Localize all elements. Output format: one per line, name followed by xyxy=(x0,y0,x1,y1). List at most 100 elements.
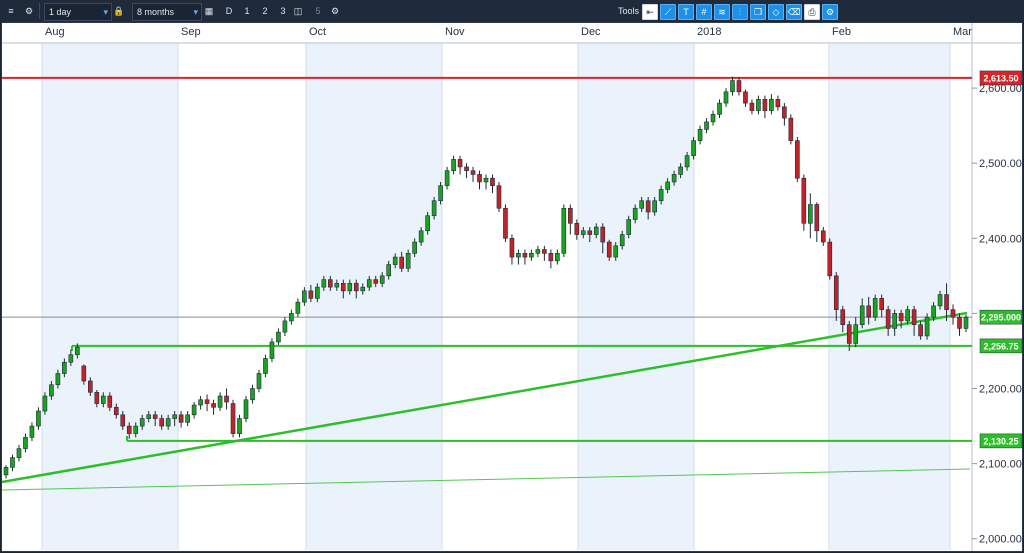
candle-up xyxy=(139,418,145,427)
candle-down xyxy=(840,309,846,325)
candle-down xyxy=(879,298,884,310)
candle-up xyxy=(561,207,567,254)
chart-type-icon[interactable]: ◫ xyxy=(291,3,305,19)
candle-down xyxy=(120,414,126,427)
candle-up xyxy=(146,414,152,419)
candle-down xyxy=(477,174,482,183)
candle-up xyxy=(691,140,696,156)
x-tick-label: 2018 xyxy=(697,26,721,38)
trendline-icon[interactable]: ⟋ xyxy=(660,4,676,20)
candle-up xyxy=(347,283,353,292)
candle-down xyxy=(353,283,359,292)
candle-up xyxy=(3,467,9,476)
period-button-1[interactable]: 1 xyxy=(240,3,254,19)
candle-up xyxy=(29,425,35,438)
chart-toolbar: ≡ ⚙ 1 day ▾ 🔒 8 months ▾ ▦ D 1 2 3 ◫ 5 ⚙… xyxy=(0,0,1024,23)
candle-up xyxy=(704,121,709,130)
candle-down xyxy=(126,425,132,434)
lock-icon[interactable]: 🔒 xyxy=(112,3,126,19)
candle-up xyxy=(483,177,489,183)
candle-up xyxy=(360,286,366,292)
candle-up xyxy=(431,200,437,217)
x-tick-label: Aug xyxy=(45,26,65,38)
print-icon[interactable]: ⎙ xyxy=(804,4,820,20)
chart-panel: Aug Sep Oct Nov Dec 2018 Feb Mar 2,000.00 2,100.… xyxy=(1,22,1023,552)
candle-down xyxy=(762,99,768,111)
candle-down xyxy=(94,391,100,404)
candle-up xyxy=(444,170,450,187)
candle-up xyxy=(217,395,223,408)
candle-up xyxy=(256,373,262,389)
candle-up xyxy=(276,331,281,343)
candle-up xyxy=(237,418,242,434)
x-tick-label: Sep xyxy=(181,26,201,38)
candle-down xyxy=(399,256,404,269)
settings-icon[interactable]: ⚙ xyxy=(328,3,342,19)
candle-up xyxy=(580,230,586,235)
period-button-d[interactable]: D xyxy=(222,3,236,19)
layers-icon[interactable]: ❐ xyxy=(750,4,766,20)
candle-up xyxy=(678,166,683,175)
candle-down xyxy=(211,403,216,408)
candle-up xyxy=(684,155,690,168)
candle-up xyxy=(723,91,729,104)
candle-icon[interactable]: ⫶ xyxy=(732,4,748,20)
candle-up xyxy=(808,204,813,224)
candle-up xyxy=(68,354,74,363)
candle-down xyxy=(204,399,210,404)
text-icon[interactable]: T xyxy=(678,4,694,20)
candle-down xyxy=(107,395,113,408)
period-button-3[interactable]: 3 xyxy=(276,3,290,19)
chevron-down-icon: ▾ xyxy=(193,7,198,17)
candle-up xyxy=(405,253,411,269)
candle-down xyxy=(503,207,508,239)
candle-down xyxy=(846,324,852,344)
settings-icon[interactable]: ⚙ xyxy=(22,3,36,19)
y-tick-label: 2,400.00 xyxy=(979,233,1022,245)
month-band xyxy=(42,43,178,550)
candle-down xyxy=(159,418,164,427)
candle-up xyxy=(859,305,865,325)
candle-up xyxy=(23,437,28,449)
candle-down xyxy=(833,275,839,310)
y-tick-label: 2,500.00 xyxy=(979,158,1022,170)
shape-icon[interactable]: ◇ xyxy=(768,4,784,20)
candle-up xyxy=(658,189,664,202)
candle-up xyxy=(632,207,638,220)
candle-up xyxy=(555,253,560,262)
candle-up xyxy=(710,114,716,123)
candle-up xyxy=(931,305,936,318)
x-tick-label: Oct xyxy=(309,26,326,38)
interval-select[interactable]: 1 day ▾ xyxy=(44,3,112,21)
candle-down xyxy=(178,414,184,423)
price-chart[interactable]: Aug Sep Oct Nov Dec 2018 Feb Mar 2,000.00 2,100.… xyxy=(2,23,1022,551)
period-button-5[interactable]: 5 xyxy=(311,3,325,19)
candle-down xyxy=(464,166,469,171)
candle-up xyxy=(55,373,61,386)
candle-up xyxy=(269,341,275,359)
share-icon[interactable]: ⚙ xyxy=(822,4,838,20)
y-tick-label: 2,200.00 xyxy=(979,384,1022,396)
candle-up xyxy=(172,414,177,419)
candle-up xyxy=(756,99,761,111)
eraser-icon[interactable]: ⌫ xyxy=(786,4,802,20)
candle-down xyxy=(898,313,904,322)
y-tick-label: 2,000.00 xyxy=(979,534,1022,546)
grid-icon[interactable]: # xyxy=(696,4,712,20)
candle-up xyxy=(315,286,320,299)
back-icon[interactable]: ⇤ xyxy=(642,4,658,20)
fib-icon[interactable]: ≋ xyxy=(714,4,730,20)
candle-up xyxy=(49,384,54,397)
candle-up xyxy=(730,80,735,93)
period-button-2[interactable]: 2 xyxy=(258,3,272,19)
menu-icon[interactable]: ≡ xyxy=(4,3,18,19)
candle-down xyxy=(736,80,742,93)
range-value: 8 months xyxy=(137,7,175,17)
range-select[interactable]: 8 months ▾ xyxy=(132,3,202,21)
calendar-icon[interactable]: ▦ xyxy=(202,3,216,19)
candle-down xyxy=(548,253,554,262)
candle-up xyxy=(963,316,969,329)
candle-up xyxy=(302,290,307,303)
month-band xyxy=(578,43,694,550)
level-price-label: 2,256.75 xyxy=(983,341,1018,351)
